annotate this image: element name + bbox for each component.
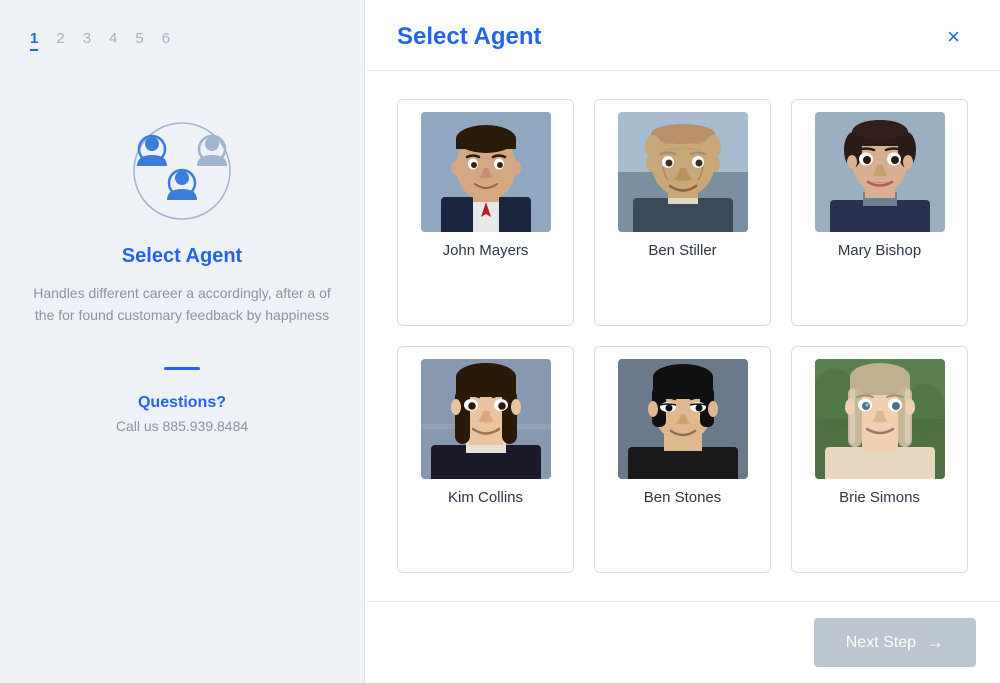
step-4[interactable]: 4 — [109, 30, 117, 51]
agent-card-mary-bishop[interactable]: Mary Bishop — [791, 99, 968, 326]
sidebar-description: Handles different career a accordingly, … — [20, 282, 344, 327]
phone-number: Call us 885.939.8484 — [116, 418, 248, 434]
arrow-right-icon: → — [926, 632, 944, 653]
next-step-button[interactable]: Next Step → — [814, 618, 976, 667]
sidebar-title: Select Agent — [122, 245, 242, 268]
agent-card-brie-simons[interactable]: Brie Simons — [791, 346, 968, 573]
agent-card-ben-stones[interactable]: Ben Stones — [594, 346, 771, 573]
step-5[interactable]: 5 — [135, 30, 143, 51]
agent-card-ben-stiller[interactable]: Ben Stiller — [594, 99, 771, 326]
agent-name-kim-collins: Kim Collins — [448, 489, 523, 506]
panel-header: Select Agent × — [365, 0, 1000, 71]
step-indicators: 1 2 3 4 5 6 — [30, 30, 170, 51]
agent-name-brie-simons: Brie Simons — [839, 489, 920, 506]
agents-grid: John Mayers — [365, 71, 1000, 601]
agent-photo-john-mayers — [421, 112, 551, 232]
agent-name-ben-stones: Ben Stones — [644, 489, 722, 506]
agent-name-mary-bishop: Mary Bishop — [838, 242, 921, 259]
step-3[interactable]: 3 — [83, 30, 91, 51]
close-button[interactable]: × — [939, 22, 968, 52]
agent-photo-ben-stones — [618, 359, 748, 479]
panel-footer: Next Step → — [365, 601, 1000, 683]
agent-name-ben-stiller: Ben Stiller — [648, 242, 716, 259]
app-container: 1 2 3 4 5 6 — [0, 0, 1000, 683]
next-step-label: Next Step — [846, 634, 916, 652]
agent-photo-mary-bishop — [815, 112, 945, 232]
step-6[interactable]: 6 — [162, 30, 170, 51]
panel-title: Select Agent — [397, 23, 541, 51]
agent-photo-ben-stiller — [618, 112, 748, 232]
agent-name-john-mayers: John Mayers — [443, 242, 529, 259]
agent-card-john-mayers[interactable]: John Mayers — [397, 99, 574, 326]
agent-illustration — [117, 111, 247, 221]
questions-label: Questions? — [138, 394, 226, 412]
agent-photo-kim-collins — [421, 359, 551, 479]
step-2[interactable]: 2 — [56, 30, 64, 51]
sidebar-divider — [164, 367, 200, 370]
agent-card-kim-collins[interactable]: Kim Collins — [397, 346, 574, 573]
sidebar: 1 2 3 4 5 6 — [0, 0, 365, 683]
step-1[interactable]: 1 — [30, 30, 38, 51]
agent-photo-brie-simons — [815, 359, 945, 479]
main-panel: Select Agent × — [365, 0, 1000, 683]
